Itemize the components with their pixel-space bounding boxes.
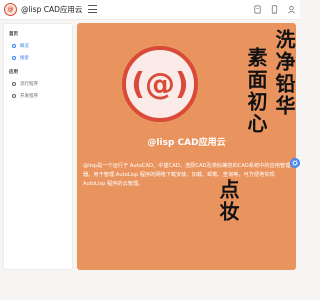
page-footer: [0, 272, 300, 300]
settings-float-button[interactable]: [290, 158, 300, 168]
develop-icon: [12, 94, 16, 98]
sidebar-item-label: 流行程序: [20, 82, 38, 87]
sidebar-item-search[interactable]: 搜索: [4, 52, 72, 64]
sidebar-item-label: 概览: [20, 44, 29, 49]
brand-logo: (@): [122, 46, 198, 122]
user-icon[interactable]: [286, 4, 296, 15]
app-title[interactable]: @lisp CAD应用云: [21, 4, 82, 15]
overview-icon: [12, 44, 16, 48]
sidebar-item-popular[interactable]: 流行程序: [4, 78, 72, 90]
sidebar-item-label: 搜索: [20, 56, 29, 61]
product-name: @lisp CAD应用云: [147, 138, 226, 148]
search-icon: [12, 56, 16, 60]
sidebar: 首页 概览 搜索 应用 流行程序 开发程序: [3, 23, 73, 270]
popular-icon: [12, 82, 16, 86]
document-icon[interactable]: [252, 4, 262, 15]
gear-icon: [291, 159, 299, 167]
sidebar-item-label: 开发程序: [20, 94, 38, 99]
sidebar-section-home: 首页: [9, 32, 18, 37]
header-actions: [252, 4, 296, 15]
calligraphy-art: 洗净铅华 素面初心 点妆: [216, 29, 296, 229]
sidebar-item-develop[interactable]: 开发程序: [4, 90, 72, 102]
sidebar-section-apps: 应用: [9, 70, 18, 75]
main-banner: (@) 洗净铅华 素面初心 点妆 @lisp CAD应用云 @lisp是一个运行…: [77, 23, 296, 270]
mobile-icon[interactable]: [269, 4, 279, 15]
calligraphy-column: 素面初心: [244, 47, 268, 135]
menu-icon[interactable]: [88, 5, 97, 14]
sidebar-item-overview[interactable]: 概览: [4, 40, 72, 52]
brand-logo-text: (@): [131, 66, 189, 102]
calligraphy-column: 洗净铅华: [272, 29, 296, 117]
product-description: @lisp是一个运行于 AutoCAD、中望CAD、浩辰CAD及类似兼容的CAD…: [83, 163, 291, 187]
app-header: @ @lisp CAD应用云: [0, 0, 300, 20]
app-logo[interactable]: @: [4, 3, 17, 16]
